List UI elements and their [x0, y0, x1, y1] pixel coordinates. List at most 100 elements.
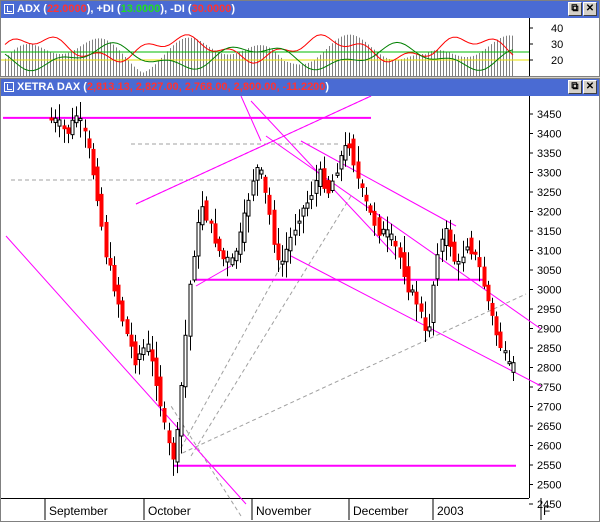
- candle-up: [242, 212, 247, 243]
- adx-close-button[interactable]: ✕: [583, 2, 597, 16]
- y-tick-label: 3400: [537, 129, 561, 141]
- candle-up: [196, 222, 201, 257]
- candle-up: [251, 180, 256, 196]
- adx-title-part: ): [231, 3, 236, 15]
- candle-down: [213, 223, 218, 244]
- candles-group: [49, 101, 516, 476]
- y-tick-label: 3350: [537, 148, 561, 160]
- price-title-part: ): [325, 81, 330, 93]
- candle-up: [192, 256, 197, 281]
- trend-line: [290, 255, 542, 387]
- adx-pane-titlebar[interactable]: ADX (22.0000), +DI (13.0000), -DI (30.00…: [1, 1, 599, 18]
- y-tick-label: 2900: [537, 324, 561, 336]
- candle-up: [137, 353, 142, 360]
- price-title: XETRA DAX (2,813.13, 2,827.00, 2,768.00,…: [17, 81, 329, 93]
- candle-down: [406, 266, 411, 293]
- candle-down: [477, 257, 482, 268]
- adx-tick-label: 30: [551, 39, 563, 51]
- candle-up: [305, 202, 310, 209]
- y-tick-label: 3050: [537, 265, 561, 277]
- candle-down: [368, 205, 373, 213]
- candle-up: [280, 260, 285, 265]
- candle-down: [263, 176, 268, 193]
- candle-up: [440, 238, 445, 252]
- adx-title-part: ), +DI (: [86, 3, 121, 15]
- adx-tick-label: 40: [551, 23, 563, 35]
- candle-down: [162, 408, 167, 423]
- candle-up: [284, 248, 289, 263]
- adx-chart[interactable]: 40 30 20: [1, 18, 599, 76]
- y-tick-label: 3450: [537, 109, 561, 121]
- candle-down: [66, 127, 71, 134]
- adx-title: ADX (22.0000), +DI (13.0000), -DI (30.00…: [17, 3, 235, 15]
- candle-up: [255, 167, 260, 181]
- adx-restore-button[interactable]: ⧉: [568, 2, 582, 16]
- adx-title-part: ADX (: [17, 3, 47, 15]
- candle-up: [431, 284, 436, 324]
- candle-up: [57, 119, 62, 127]
- candle-down: [276, 243, 281, 261]
- y-tick-label: 3100: [537, 246, 561, 258]
- candle-down: [129, 334, 134, 347]
- x-axis-label: F: [543, 504, 550, 518]
- price-close-button[interactable]: ✕: [583, 80, 597, 94]
- candle-down: [482, 266, 487, 287]
- candle-down: [108, 258, 113, 266]
- trend-line: [195, 265, 232, 287]
- candle-down: [490, 302, 495, 316]
- candle-up: [465, 246, 470, 251]
- candle-up: [146, 343, 151, 353]
- candle-down: [104, 221, 109, 258]
- candle-down: [133, 341, 138, 366]
- price-chart[interactable]: 3450 3400 3350 3300 3250 3200 3150 3100 3050 3000…: [1, 96, 599, 521]
- candle-up: [410, 289, 415, 293]
- candle-down: [171, 442, 176, 460]
- candle-down: [364, 194, 369, 202]
- reference-dashed-line: [180, 265, 282, 449]
- candle-up: [183, 334, 188, 388]
- x-axis-label: December: [353, 504, 408, 518]
- price-pane-titlebar[interactable]: XETRA DAX (2,813.13, 2,827.00, 2,768.00,…: [1, 79, 599, 96]
- candle-up: [318, 168, 323, 187]
- price-chart-pane: XETRA DAX (2,813.13, 2,827.00, 2,768.00,…: [0, 78, 600, 522]
- candle-up: [293, 229, 298, 236]
- candle-up: [246, 199, 251, 217]
- y-tick-label: 2500: [537, 480, 561, 492]
- candle-down: [217, 238, 222, 252]
- candle-down: [49, 117, 54, 121]
- x-axis-label: September: [49, 504, 108, 518]
- candle-up: [314, 180, 319, 194]
- candle-up: [503, 350, 508, 354]
- candle-down: [95, 166, 100, 202]
- candle-up: [234, 250, 239, 262]
- candle-up: [335, 172, 340, 176]
- candle-down: [91, 148, 96, 176]
- candle-up: [70, 119, 75, 136]
- candle-up: [461, 256, 466, 264]
- candle-down: [272, 209, 277, 245]
- trend-line: [265, 135, 542, 330]
- candle-up: [456, 260, 461, 265]
- candle-up: [53, 117, 58, 124]
- y-tick-label: 3150: [537, 226, 561, 238]
- adx-histogram: [5, 34, 513, 76]
- y-tick-label: 3250: [537, 187, 561, 199]
- candle-up: [385, 229, 390, 238]
- candle-down: [393, 240, 398, 247]
- chart-window-icon: [4, 4, 14, 14]
- candle-up: [188, 283, 193, 337]
- price-restore-button[interactable]: ⧉: [568, 80, 582, 94]
- candle-up: [141, 347, 146, 356]
- candle-up: [444, 228, 449, 247]
- adx-title-part: 30.0000: [191, 3, 232, 15]
- candle-down: [347, 143, 352, 149]
- candle-up: [427, 326, 432, 332]
- y-tick-label: 2850: [537, 343, 561, 355]
- candle-down: [494, 316, 499, 336]
- y-tick-label: 2550: [537, 460, 561, 472]
- candle-up: [225, 256, 230, 263]
- candle-down: [398, 247, 403, 258]
- candle-up: [309, 195, 314, 200]
- candle-down: [158, 376, 163, 407]
- y-tick-label: 2650: [537, 421, 561, 433]
